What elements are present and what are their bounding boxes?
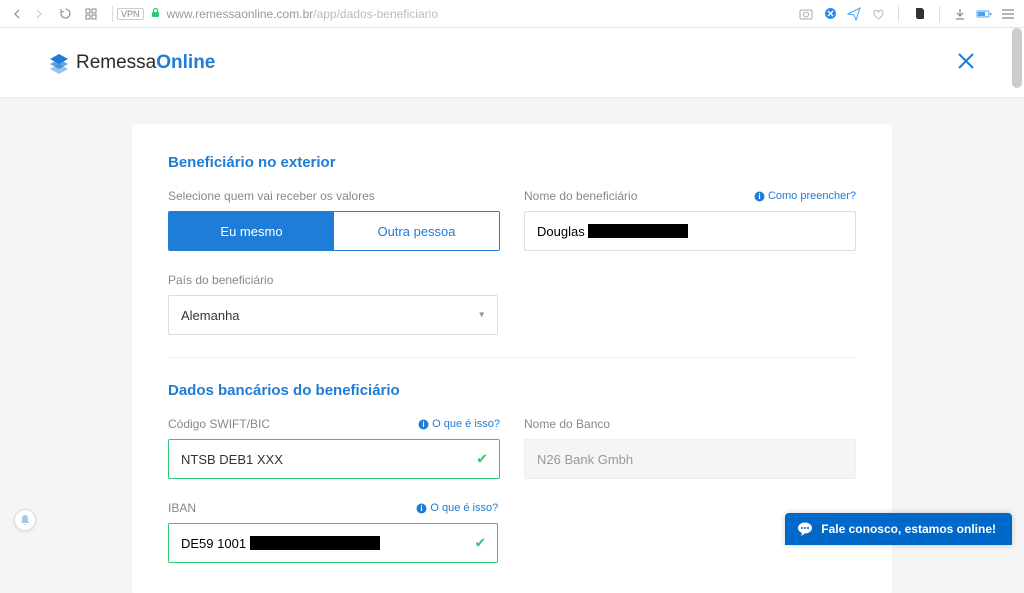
info-icon: i — [418, 419, 429, 430]
notification-bell[interactable] — [14, 509, 36, 531]
iban-input[interactable]: DE59 1001 — [168, 523, 498, 563]
address-bar[interactable]: www.remessaonline.com.br/app/dados-benef… — [167, 7, 798, 21]
beneficiary-name-label: Nome do beneficiário — [524, 189, 637, 203]
chat-widget[interactable]: Fale conosco, estamos online! — [785, 513, 1012, 545]
section-beneficiary-title: Beneficiário no exterior — [168, 154, 856, 171]
name-help-link[interactable]: i Como preencher? — [754, 190, 856, 202]
redacted-iban — [250, 536, 380, 550]
bank-name-input — [524, 439, 856, 479]
page-header: RemessaOnline — [0, 28, 1024, 98]
battery-icon[interactable] — [976, 6, 992, 22]
scrollbar[interactable] — [1012, 28, 1022, 88]
info-icon: i — [754, 191, 765, 202]
section-bank-title: Dados bancários do beneficiário — [168, 382, 856, 399]
lock-icon — [150, 7, 161, 21]
close-button[interactable] — [956, 47, 976, 78]
apps-icon[interactable] — [82, 6, 100, 22]
section-divider — [168, 357, 856, 358]
form-card: Beneficiário no exterior Selecione quem … — [132, 124, 892, 593]
back-button[interactable] — [8, 5, 26, 23]
reload-button[interactable] — [56, 6, 74, 22]
select-recipient-label: Selecione quem vai receber os valores — [168, 189, 500, 203]
svg-text:i: i — [421, 504, 423, 513]
segment-self[interactable]: Eu mesmo — [169, 212, 334, 250]
info-icon: i — [416, 503, 427, 514]
evernote-icon[interactable] — [911, 6, 927, 22]
bell-icon — [19, 514, 31, 526]
logo[interactable]: RemessaOnline — [48, 52, 215, 74]
iban-help-link[interactable]: i O que é isso? — [416, 502, 498, 514]
logo-icon — [48, 52, 70, 74]
redacted-name — [588, 224, 688, 238]
swift-help-link[interactable]: i O que é isso? — [418, 418, 500, 430]
iban-label: IBAN — [168, 501, 196, 515]
svg-text:i: i — [758, 192, 760, 201]
download-icon[interactable] — [952, 6, 968, 22]
country-label: País do beneficiário — [168, 273, 498, 287]
recipient-segmented-control: Eu mesmo Outra pessoa — [168, 211, 500, 251]
bank-name-label: Nome do Banco — [524, 417, 856, 431]
swift-input[interactable] — [168, 439, 500, 479]
svg-text:i: i — [423, 420, 425, 429]
chat-label: Fale conosco, estamos online! — [821, 522, 996, 536]
logo-text: RemessaOnline — [76, 52, 215, 74]
swift-label: Código SWIFT/BIC — [168, 417, 270, 431]
shield-icon[interactable] — [822, 6, 838, 22]
camera-icon[interactable] — [798, 6, 814, 22]
menu-icon[interactable] — [1000, 6, 1016, 22]
heart-icon[interactable] — [870, 6, 886, 22]
chat-icon — [797, 522, 813, 536]
check-icon: ✔ — [476, 451, 488, 468]
vpn-badge[interactable]: VPN — [117, 8, 144, 20]
country-select[interactable]: Alemanha — [168, 295, 498, 335]
forward-button[interactable] — [30, 5, 48, 23]
segment-other[interactable]: Outra pessoa — [334, 212, 499, 250]
browser-toolbar: VPN www.remessaonline.com.br/app/dados-b… — [0, 0, 1024, 28]
send-icon[interactable] — [846, 6, 862, 22]
beneficiary-name-input[interactable]: Douglas — [524, 211, 856, 251]
